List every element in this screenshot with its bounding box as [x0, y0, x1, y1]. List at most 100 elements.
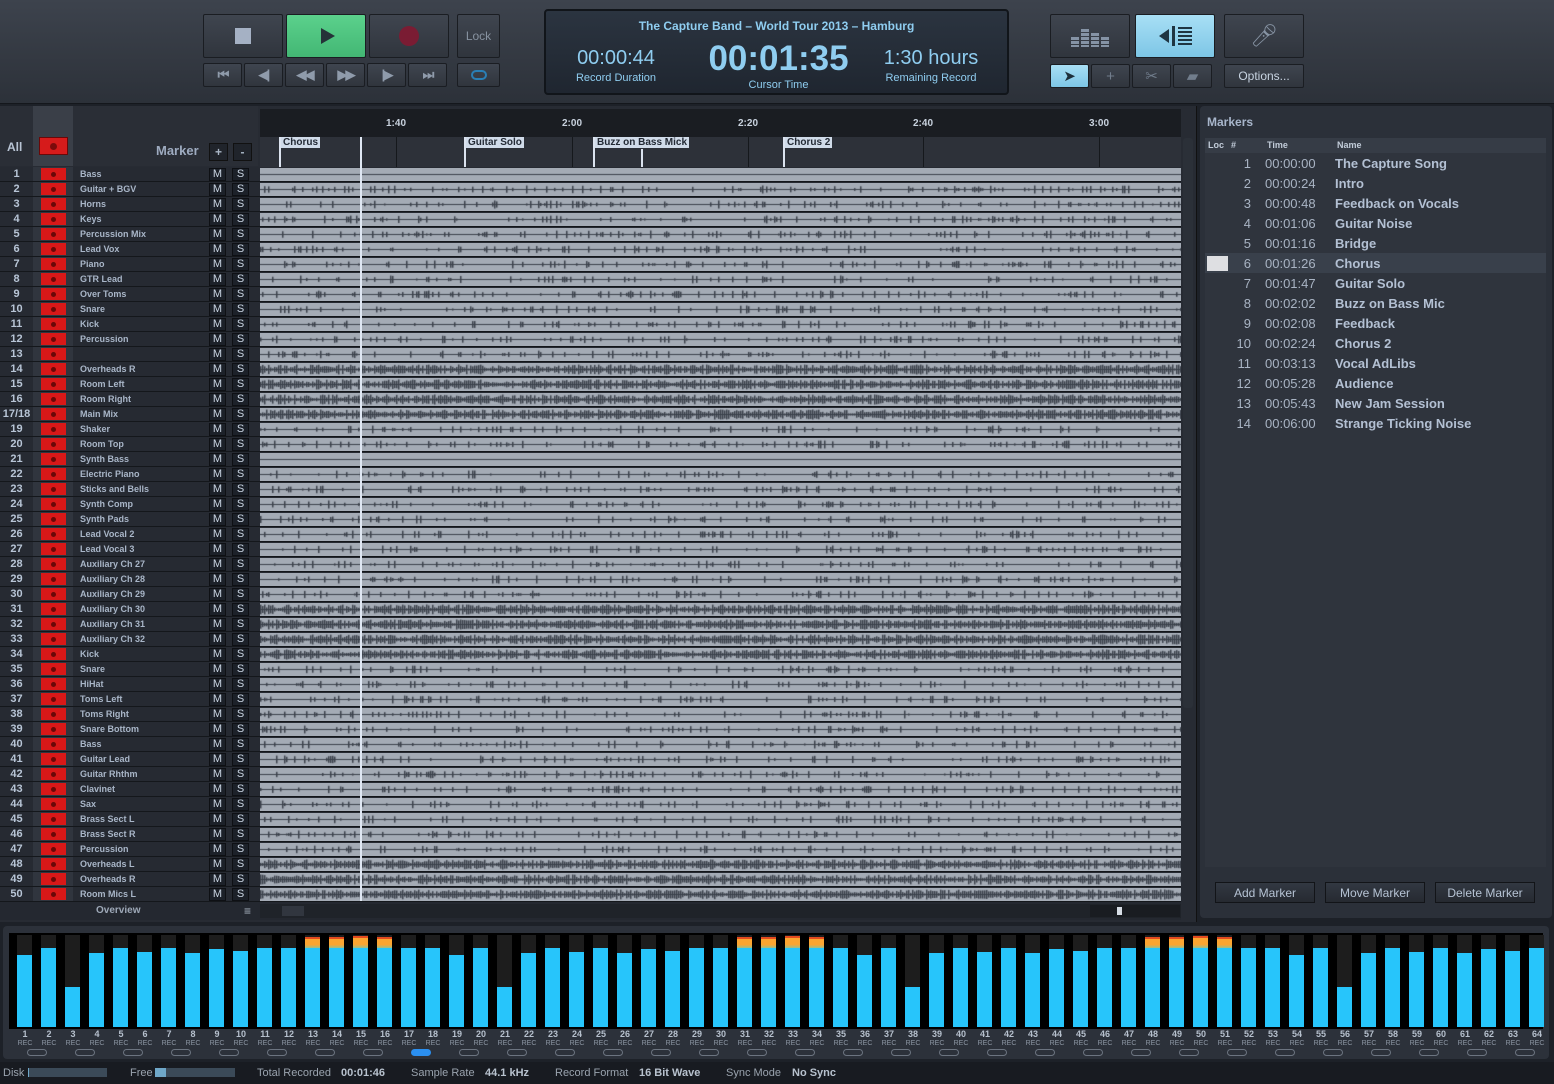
marker-name[interactable]: Guitar Noise [1335, 216, 1412, 231]
solo-button[interactable]: S [232, 393, 249, 406]
meter-channel-label[interactable]: 52 REC [1237, 1030, 1261, 1048]
track-row[interactable]: 33 Auxiliary Ch 32 M S [0, 632, 1181, 647]
track-waveform[interactable] [260, 318, 1181, 331]
lock-button[interactable]: Lock [457, 14, 500, 58]
meter-channel-label[interactable]: 55 REC [1309, 1030, 1333, 1048]
track-waveform[interactable] [260, 543, 1181, 556]
add-marker-action-button[interactable]: Add Marker [1215, 882, 1315, 903]
record-arm-button[interactable] [40, 873, 66, 885]
solo-button[interactable]: S [232, 468, 249, 481]
delete-marker-button[interactable]: Delete Marker [1435, 882, 1535, 903]
track-row[interactable]: 16 Room Right M S [0, 392, 1181, 407]
track-name[interactable]: Auxiliary Ch 29 [73, 587, 209, 601]
marker-row[interactable]: 2 00:00:24 Intro [1205, 173, 1546, 193]
solo-button[interactable]: S [232, 183, 249, 196]
solo-button[interactable]: S [232, 693, 249, 706]
col-loc[interactable]: Loc [1208, 140, 1224, 150]
solo-button[interactable]: S [232, 438, 249, 451]
meter-channel-label[interactable]: 54 REC [1285, 1030, 1309, 1048]
go-to-start-button[interactable]: ⏮ [203, 63, 242, 87]
track-row[interactable]: 23 Sticks and Bells M S [0, 482, 1181, 497]
mute-button[interactable]: M [209, 648, 226, 661]
track-row[interactable]: 47 Percussion M S [0, 842, 1181, 857]
track-name[interactable]: Percussion Mix [73, 227, 209, 241]
mute-button[interactable]: M [209, 393, 226, 406]
play-button[interactable] [286, 14, 366, 58]
track-row[interactable]: 42 Guitar Rhthm M S [0, 767, 1181, 782]
track-name[interactable]: Lead Vox [73, 242, 209, 256]
track-name[interactable]: Brass Sect R [73, 827, 209, 841]
record-arm-button[interactable] [40, 273, 66, 285]
track-name[interactable]: Kick [73, 647, 209, 661]
meter-channel-label[interactable]: 20 REC [469, 1030, 493, 1048]
solo-button[interactable]: S [232, 753, 249, 766]
track-name[interactable] [73, 347, 209, 361]
record-button[interactable] [369, 14, 449, 58]
track-row[interactable]: 19 Shaker M S [0, 422, 1181, 437]
stereo-link-toggle[interactable] [123, 1049, 143, 1056]
solo-button[interactable]: S [232, 858, 249, 871]
meter-channel-label[interactable]: 40 REC [949, 1030, 973, 1048]
fast-forward-button[interactable]: ▶▶ [326, 63, 365, 87]
mute-button[interactable]: M [209, 543, 226, 556]
solo-button[interactable]: S [232, 558, 249, 571]
track-row[interactable]: 43 Clavinet M S [0, 782, 1181, 797]
record-arm-button[interactable] [40, 348, 66, 360]
timeline-marker[interactable]: Chorus 2 [783, 137, 833, 167]
mute-button[interactable]: M [209, 513, 226, 526]
arrow-tool-button[interactable]: ➤ [1050, 64, 1089, 88]
track-name[interactable]: Toms Left [73, 692, 209, 706]
track-waveform[interactable] [260, 633, 1181, 646]
meter-channel-label[interactable]: 47 REC [1117, 1030, 1141, 1048]
meter-channel-label[interactable]: 41 REC [973, 1030, 997, 1048]
solo-button[interactable]: S [232, 588, 249, 601]
marker-row[interactable]: 8 00:02:02 Buzz on Bass Mic [1205, 293, 1546, 313]
timeline-marker-feedback[interactable] [641, 149, 643, 167]
record-arm-button[interactable] [40, 588, 66, 600]
track-waveform[interactable] [260, 798, 1181, 811]
marker-row[interactable]: 11 00:03:13 Vocal AdLibs [1205, 353, 1546, 373]
marker-row[interactable]: 7 00:01:47 Guitar Solo [1205, 273, 1546, 293]
solo-button[interactable]: S [232, 423, 249, 436]
stereo-link-toggle[interactable] [1323, 1049, 1343, 1056]
stereo-link-toggle[interactable] [315, 1049, 335, 1056]
track-row[interactable]: 6 Lead Vox M S [0, 242, 1181, 257]
stereo-link-toggle[interactable] [843, 1049, 863, 1056]
record-arm-button[interactable] [40, 438, 66, 450]
record-arm-button[interactable] [40, 168, 66, 180]
stereo-link-toggle[interactable] [795, 1049, 815, 1056]
track-waveform[interactable] [260, 198, 1181, 211]
solo-button[interactable]: S [232, 498, 249, 511]
marker-row[interactable]: 10 00:02:24 Chorus 2 [1205, 333, 1546, 353]
record-arm-button[interactable] [40, 513, 66, 525]
mute-button[interactable]: M [209, 258, 226, 271]
meter-channel-label[interactable]: 37 REC [877, 1030, 901, 1048]
track-row[interactable]: 39 Snare Bottom M S [0, 722, 1181, 737]
meter-channel-label[interactable]: 50 REC [1189, 1030, 1213, 1048]
record-arm-button[interactable] [40, 798, 66, 810]
meter-channel-label[interactable]: 29 REC [685, 1030, 709, 1048]
record-arm-button[interactable] [40, 828, 66, 840]
track-name[interactable]: Room Right [73, 392, 209, 406]
track-row[interactable]: 35 Snare M S [0, 662, 1181, 677]
track-name[interactable]: Horns [73, 197, 209, 211]
stereo-link-toggle[interactable] [75, 1049, 95, 1056]
solo-button[interactable]: S [232, 603, 249, 616]
meter-channel-label[interactable]: 16 REC [373, 1030, 397, 1048]
meter-channel-label[interactable]: 61 REC [1453, 1030, 1477, 1048]
track-waveform[interactable] [260, 243, 1181, 256]
mute-button[interactable]: M [209, 573, 226, 586]
track-row[interactable]: 29 Auxiliary Ch 28 M S [0, 572, 1181, 587]
track-waveform[interactable] [260, 753, 1181, 766]
track-row[interactable]: 25 Synth Pads M S [0, 512, 1181, 527]
track-name[interactable]: Snare [73, 662, 209, 676]
meter-channel-label[interactable]: 1 REC [13, 1030, 37, 1048]
track-name[interactable]: Main Mix [73, 407, 209, 421]
meter-channel-label[interactable]: 14 REC [325, 1030, 349, 1048]
stereo-link-toggle[interactable] [1083, 1049, 1103, 1056]
track-waveform[interactable] [260, 438, 1181, 451]
stereo-link-toggle[interactable] [1131, 1049, 1151, 1056]
track-row[interactable]: 37 Toms Left M S [0, 692, 1181, 707]
meter-channel-label[interactable]: 56 REC [1333, 1030, 1357, 1048]
track-name[interactable]: Auxiliary Ch 27 [73, 557, 209, 571]
